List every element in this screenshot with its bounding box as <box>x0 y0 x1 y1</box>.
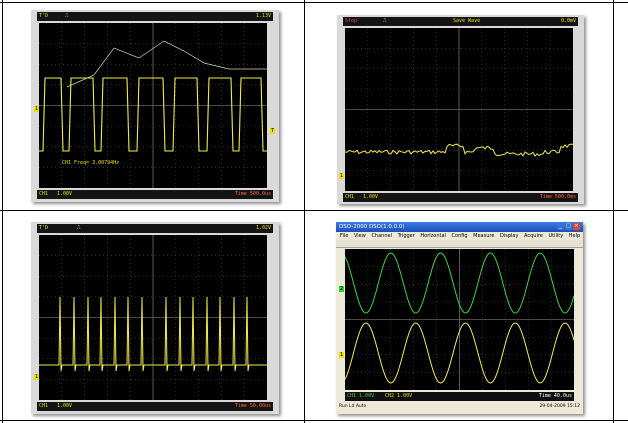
ch1-marker: 1 <box>339 352 345 358</box>
status-left: Run Ld Auto <box>339 404 367 409</box>
trigger-marker: T <box>269 128 275 134</box>
bottom-status-bar: CH1 1.00V CH2 1.00V Time 40.0us <box>345 392 574 401</box>
table-border-center <box>304 0 305 423</box>
waveform-screen: CH1 Freq= 3.00794Hz <box>39 23 267 188</box>
bottom-status-bar: CH1 1.00V Time 50.00us <box>37 402 273 411</box>
minimize-button[interactable]: _ <box>557 223 564 230</box>
oscilloscope-panel-top-right: Stop ⎍ Save Wave 0.0mV 1 CH1 1.00V Time … <box>337 15 584 204</box>
timebase: Time 500.0ms <box>539 194 576 200</box>
channel-marker: 1 <box>339 173 345 179</box>
menu-trigger[interactable]: Trigger <box>398 233 415 239</box>
run-state: T'D <box>39 225 49 231</box>
channel-label: CH1 <box>39 191 49 197</box>
top-status-bar: Stop ⎍ Save Wave 0.0mV <box>343 17 578 26</box>
timebase: Time 500.0us <box>234 191 271 197</box>
menu-display[interactable]: Display <box>500 233 518 239</box>
bottom-status-bar: CH1 1.00V Time 500.0us <box>37 190 273 199</box>
maximize-button[interactable]: □ <box>565 223 572 230</box>
close-button[interactable]: × <box>573 223 580 230</box>
oscilloscope-panel-bottom-left: T'D ⎍ 1.02V 1 CH1 1.00V Time 50.00us <box>31 222 279 414</box>
menu-bar: File View Channel Trigger Horizontal Con… <box>336 232 583 240</box>
timebase: Time 50.00us <box>234 403 271 409</box>
menu-help[interactable]: Help <box>569 233 580 239</box>
window-title: DSO-2000 DSO(1.0.0.0) <box>339 224 405 230</box>
software-window: DSO-2000 DSO(1.0.0.0) _ □ × File View Ch… <box>336 222 583 414</box>
menu-file[interactable]: File <box>340 233 348 239</box>
menu-channel[interactable]: Channel <box>371 233 392 239</box>
channel-label: CH1 <box>345 194 355 200</box>
channel-marker: 1 <box>34 106 40 112</box>
waveform-screen <box>345 249 574 390</box>
top-status-bar: T'D ⎍ 1.02V <box>37 224 273 233</box>
channel-label: CH1 <box>39 403 49 409</box>
volts-div: 1.00V <box>57 403 73 409</box>
window-status-bar: Run Ld Auto 29-04-2009 15:12 <box>336 403 583 410</box>
ch2-readout: CH2 1.00V <box>385 393 413 399</box>
table-border-bottom <box>0 420 628 421</box>
top-status-bar: T'D ⎍ 1.13V <box>37 12 273 21</box>
graticule <box>345 28 573 191</box>
table-border-right <box>613 0 614 423</box>
menu-horizontal[interactable]: Horizontal <box>420 233 446 239</box>
volts-div: 1.00V <box>57 191 73 197</box>
menu-config[interactable]: Config <box>452 233 468 239</box>
mode-label: Save Wave <box>453 18 481 24</box>
timebase: Time 40.0us <box>538 393 572 399</box>
status-right: 29-04-2009 15:12 <box>539 404 580 409</box>
waveform-screen <box>39 235 267 400</box>
level-readout: 1.02V <box>255 225 271 231</box>
menu-view[interactable]: View <box>354 233 366 239</box>
ch1-readout: CH1 1.00V <box>347 393 375 399</box>
measurement-readout: CH1 Freq= 3.00794Hz <box>62 160 120 166</box>
window-title-bar: DSO-2000 DSO(1.0.0.0) <box>336 222 583 232</box>
level-readout: 0.0mV <box>560 18 576 24</box>
table-border-left <box>2 0 3 423</box>
waveform-display <box>39 235 267 400</box>
trigger-position-icon: ⎍ <box>77 225 81 231</box>
menu-measure[interactable]: Measure <box>473 233 494 239</box>
oscilloscope-panel-top-left: T'D ⎍ 1.13V CH1 Freq= 3.00794Hz 1 T CH1 … <box>31 10 279 202</box>
waveform-display <box>345 249 574 390</box>
trigger-position-icon: ⎍ <box>383 18 387 24</box>
run-state: T'D <box>39 13 49 19</box>
graticule <box>345 249 574 390</box>
menu-acquire[interactable]: Acquire <box>524 233 543 239</box>
bottom-status-bar: CH1 1.00V Time 500.0ms <box>343 193 578 202</box>
toolbar <box>336 240 583 248</box>
waveform-display <box>345 28 573 191</box>
trigger-position-icon: ⎍ <box>65 13 69 19</box>
volts-div: 1.00V <box>363 194 379 200</box>
ch2-marker: 2 <box>339 286 345 292</box>
waveform-screen <box>345 28 573 191</box>
table-border-middle <box>0 210 628 211</box>
channel-marker: 1 <box>34 374 40 380</box>
menu-utility[interactable]: Utility <box>548 233 563 239</box>
run-state: Stop <box>345 18 358 24</box>
table-border-top <box>0 2 628 3</box>
level-readout: 1.13V <box>255 13 271 19</box>
